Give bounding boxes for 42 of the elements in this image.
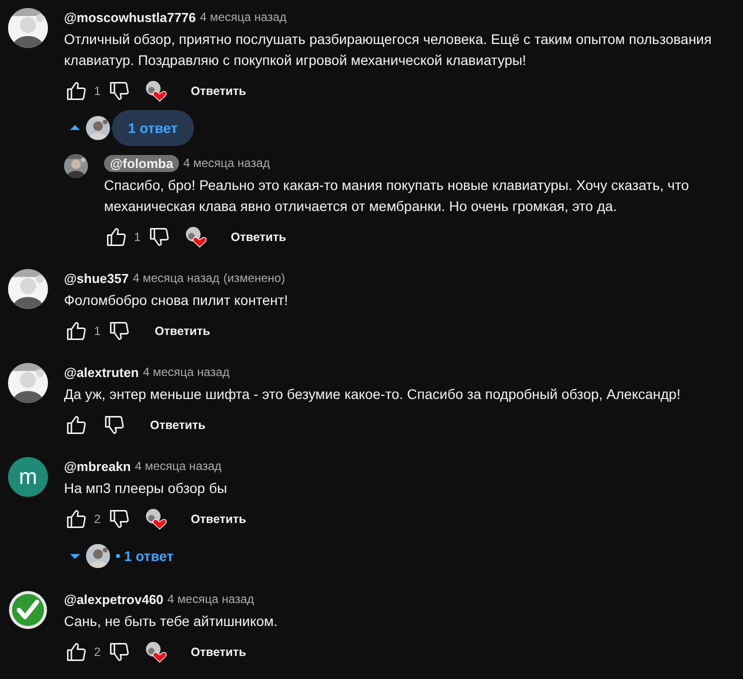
reply-button[interactable]: Ответить <box>142 316 222 346</box>
reply-button[interactable]: Ответить <box>138 410 218 440</box>
check-icon <box>8 590 48 630</box>
replies-toggle[interactable]: 1 ответ <box>112 110 194 146</box>
reply-button[interactable]: Ответить <box>178 76 258 106</box>
avatar: m <box>8 457 48 497</box>
dot-icon <box>116 554 120 558</box>
comment-time[interactable]: 4 месяца назад <box>134 459 222 473</box>
like-count: 1 <box>94 324 101 338</box>
comment-text: Отличный обзор, приятно послушать разбирающегося человека. Ещё с таким опытом пользования клавиатур. Поздравляю с покупкой игровой механической клавиатуры! <box>64 30 713 70</box>
author-badge[interactable]: @folomba <box>104 154 180 172</box>
like-button[interactable] <box>64 319 88 343</box>
comment-time[interactable]: 4 месяца назад <box>200 10 287 24</box>
like-count: 1 <box>94 84 101 98</box>
author-name[interactable]: @alexpetrov460 <box>64 592 164 606</box>
reply-button[interactable]: Ответить <box>178 504 258 534</box>
author-name[interactable]: @moscowhustla7776 <box>64 10 196 24</box>
comment-text: Спасибо, бро! Реально это какая-то мания покупать новые клавиатуры. Хочу сказать, что механическая клава явно отличается от мембранки. Но очень громкая, это да. <box>104 176 690 216</box>
author-name[interactable]: @shue357 <box>64 270 129 286</box>
comment-text: Фоломбобро снова пилит контент! <box>64 291 290 310</box>
like-button[interactable] <box>64 79 88 103</box>
author-name[interactable]: @alextruten <box>64 364 139 380</box>
dislike-button[interactable] <box>102 413 126 437</box>
comment-time[interactable]: 4 месяца назад <box>183 156 270 170</box>
like-count: 2 <box>94 645 101 659</box>
like-button[interactable] <box>104 225 128 249</box>
like-button[interactable] <box>64 640 88 664</box>
reply-button[interactable]: Ответить <box>178 637 258 667</box>
reply-button[interactable]: Ответить <box>218 222 298 252</box>
comment-time[interactable]: 4 месяца назад <box>132 271 220 285</box>
comment-time[interactable]: 4 месяца назад <box>167 592 254 606</box>
comment-text: Да уж, энтер меньше шифта - это безумие какое-то. Спасибо за подробный обзор, Александр! <box>64 385 682 404</box>
comment-text: На мп3 плееры обзор бы <box>64 479 228 498</box>
like-count: 1 <box>134 230 141 244</box>
replies-toggle[interactable]: 1 ответ <box>120 548 178 564</box>
like-count: 2 <box>94 512 101 526</box>
comment-time[interactable]: 4 месяца назад <box>142 365 230 379</box>
like-button[interactable] <box>64 413 88 437</box>
edited-label: (изменено) <box>223 271 286 285</box>
like-button[interactable] <box>64 507 88 531</box>
author-name[interactable]: @mbreakn <box>64 458 131 474</box>
comment-text: Сань, не быть тебе айтишником. <box>64 612 279 631</box>
